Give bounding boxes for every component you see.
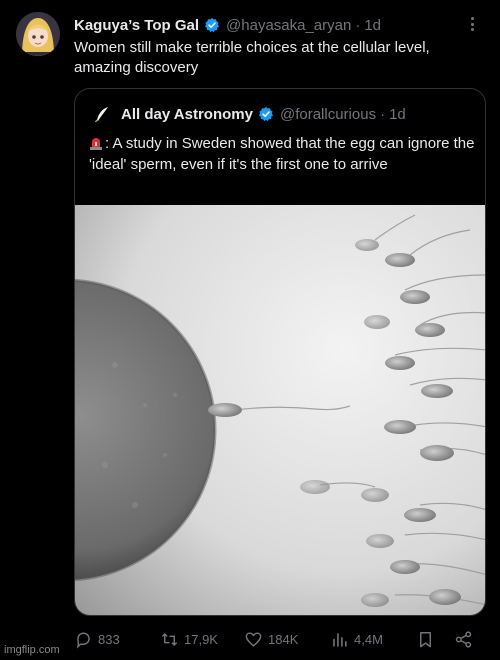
views-chart-icon — [333, 632, 347, 647]
lead-sperm — [208, 403, 242, 417]
reply-icon — [77, 631, 90, 649]
reply-count: 833 — [98, 631, 120, 647]
views-button[interactable]: 4,4M — [330, 624, 383, 654]
verified-badge-icon — [258, 107, 273, 122]
quoted-author-name[interactable]: All day Astronomy — [121, 106, 253, 123]
siren-emoji-icon — [90, 138, 102, 150]
anime-avatar-icon — [16, 12, 60, 56]
share-icon — [455, 630, 472, 648]
tweet-header: Kaguya’s Top Gal @hayasaka_aryan · 1d — [74, 14, 460, 36]
author-name[interactable]: Kaguya’s Top Gal — [74, 17, 199, 34]
quoted-tweet-text: : A study in Sweden showed that the egg … — [89, 135, 475, 173]
retweet-icon — [161, 632, 178, 646]
quill-icon — [94, 107, 108, 123]
view-count: 4,4M — [354, 631, 383, 647]
retweet-count: 17,9K — [184, 631, 218, 647]
more-options-icon[interactable] — [464, 14, 480, 34]
bookmark-button[interactable] — [416, 624, 440, 654]
quoted-tweet-image[interactable] — [75, 205, 485, 615]
quoted-tweet-header: All day Astronomy @forallcurious · 1d — [91, 103, 475, 125]
heart-icon — [245, 631, 262, 647]
tweet-timestamp[interactable]: 1d — [364, 17, 381, 34]
tweet-text: Women still make terrible choices at the… — [74, 39, 430, 76]
action-bar: 833 17,9K 184K 4,4M — [74, 624, 486, 654]
quoted-tweet[interactable]: All day Astronomy @forallcurious · 1d : … — [74, 88, 486, 616]
like-button[interactable]: 184K — [244, 624, 298, 654]
quoted-tweet-text-block: : A study in Sweden showed that the egg … — [89, 133, 479, 175]
share-button[interactable] — [454, 624, 478, 654]
like-count: 184K — [268, 631, 299, 647]
quoted-author-handle[interactable]: @forallcurious — [280, 106, 376, 123]
author-handle[interactable]: @hayasaka_aryan — [226, 17, 351, 34]
author-avatar[interactable] — [16, 12, 60, 56]
reply-button[interactable]: 833 — [74, 624, 120, 654]
header-separator: · — [355, 16, 361, 34]
quoted-header-separator: · — [380, 105, 386, 123]
quoted-timestamp[interactable]: 1d — [389, 106, 406, 123]
quoted-author-avatar — [91, 103, 113, 125]
retweet-button[interactable]: 17,9K — [160, 624, 218, 654]
sperm-and-egg-illustration — [75, 205, 485, 615]
bookmark-icon — [420, 631, 431, 647]
verified-badge-icon — [205, 18, 220, 33]
imgflip-watermark: imgflip.com — [4, 644, 60, 656]
tweet: Kaguya’s Top Gal @hayasaka_aryan · 1d Wo… — [0, 0, 500, 660]
